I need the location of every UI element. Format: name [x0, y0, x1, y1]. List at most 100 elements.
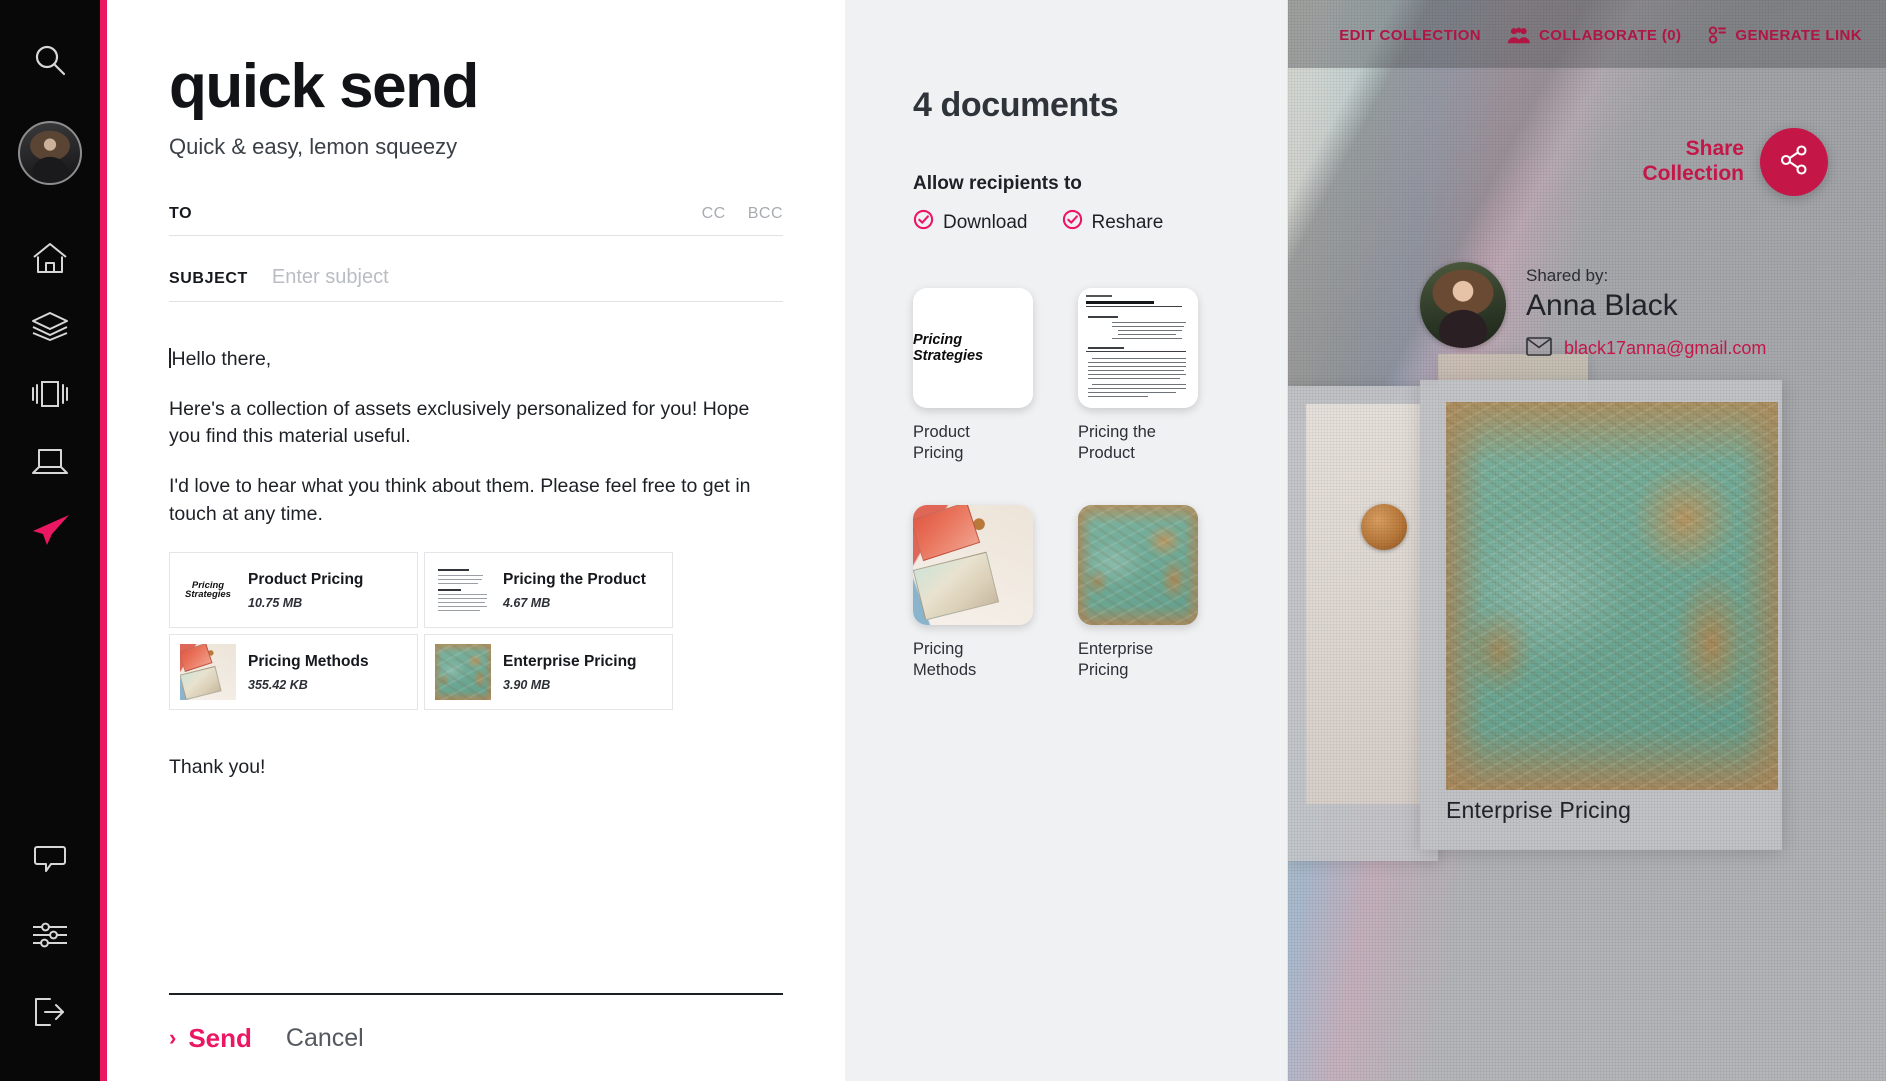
- shared-by-avatar: [1420, 262, 1506, 348]
- attachment-card[interactable]: Enterprise Pricing 3.90 MB: [424, 634, 673, 711]
- documents-grid: Pricing Strategies Product Pricing Prici…: [913, 288, 1288, 681]
- quick-send-panel: quick send Quick & easy, lemon squeezy T…: [107, 0, 845, 1081]
- generate-link-button[interactable]: GENERATE LINK: [1707, 26, 1862, 44]
- sidebar-item-messages[interactable]: [0, 844, 100, 879]
- attachment-name: Product Pricing: [248, 570, 364, 588]
- world-map-money-photo-icon: [435, 644, 491, 701]
- pricing-strategies-cover-icon: Pricing Strategies: [913, 332, 984, 364]
- share-collection[interactable]: Share Collection: [1642, 128, 1828, 196]
- sidebar-item-profile[interactable]: [18, 121, 82, 185]
- permission-download[interactable]: Download: [913, 209, 1028, 236]
- page-title: quick send: [169, 52, 479, 121]
- home-icon: [31, 241, 69, 280]
- cc-button[interactable]: CC: [702, 205, 726, 223]
- shared-by-name: Anna Black: [1526, 289, 1678, 323]
- euro-banknotes-coins-photo-icon: [180, 644, 236, 701]
- cancel-button[interactable]: Cancel: [286, 1024, 364, 1053]
- document-item[interactable]: Pricing Methods: [913, 505, 1033, 680]
- shared-by-email-row[interactable]: black17anna@gmail.com: [1526, 337, 1766, 361]
- permission-reshare[interactable]: Reshare: [1062, 209, 1164, 236]
- send-button-label: Send: [188, 1022, 252, 1053]
- check-circle-icon: [913, 209, 934, 236]
- attachment-thumbnail: [435, 562, 491, 619]
- shared-by-email: black17anna@gmail.com: [1564, 338, 1767, 359]
- to-label: TO: [169, 205, 193, 222]
- sidebar-item-home[interactable]: [0, 241, 100, 280]
- sidebar-item-devices[interactable]: [0, 446, 100, 483]
- collaborate-button[interactable]: COLLABORATE (0): [1507, 27, 1681, 44]
- documents-count: 4 documents: [913, 86, 1119, 124]
- sidebar-item-quick-send[interactable]: [0, 513, 100, 552]
- sidebar-item-search[interactable]: [0, 42, 100, 83]
- body-paragraph-3: I'd love to hear what you think about th…: [169, 475, 751, 525]
- attachment-size: 3.90 MB: [503, 678, 551, 693]
- share-button[interactable]: [1760, 128, 1828, 196]
- presentation-icon: [29, 377, 71, 416]
- body-paragraph-2: Here's a collection of assets exclusivel…: [169, 397, 750, 448]
- document-name: Enterprise Pricing: [1078, 640, 1154, 679]
- share-label-line1: Share: [1685, 137, 1744, 161]
- send-plane-icon: [29, 513, 71, 552]
- layers-icon: [30, 310, 70, 347]
- sidebar-item-logout[interactable]: [0, 996, 100, 1033]
- page-subtitle: Quick & easy, lemon squeezy: [169, 134, 458, 159]
- text-document-page-icon: [1078, 288, 1198, 408]
- search-icon: [32, 42, 68, 83]
- attachment-thumbnail: Pricing Strategies: [180, 562, 236, 619]
- subject-field-row: SUBJECT Enter subject: [169, 262, 783, 302]
- message-body[interactable]: Hello there, Here's a collection of asse…: [169, 346, 783, 528]
- attachment-card[interactable]: Pricing the Product 4.67 MB: [424, 552, 673, 629]
- chevron-right-icon: ›: [169, 1025, 177, 1050]
- chat-bubble-icon: [33, 844, 67, 879]
- attachment-card[interactable]: Pricing Strategies Product Pricing 10.75…: [169, 552, 418, 629]
- edit-collection-button[interactable]: EDIT COLLECTION: [1339, 27, 1481, 44]
- subject-input[interactable]: Enter subject: [272, 266, 389, 289]
- bcc-button[interactable]: BCC: [748, 205, 783, 223]
- link-icon: [1707, 26, 1727, 44]
- attachment-card[interactable]: Pricing Methods 355.42 KB: [169, 634, 418, 711]
- document-item[interactable]: Pricing the Product: [1078, 288, 1198, 463]
- body-text-1: Hello there,: [171, 348, 272, 370]
- send-button[interactable]: › Send: [169, 1023, 252, 1054]
- shared-by-block: Shared by: Anna Black black17anna@gmail.…: [1420, 262, 1886, 361]
- attachment-name: Pricing Methods: [248, 652, 369, 670]
- share-nodes-icon: [1777, 143, 1811, 182]
- attachment-name: Enterprise Pricing: [503, 652, 637, 670]
- attachment-name: Pricing the Product: [503, 570, 646, 588]
- sidebar-item-presentations[interactable]: [0, 377, 100, 416]
- sidebar-item-collections[interactable]: [0, 310, 100, 347]
- document-thumbnail: [1078, 288, 1198, 408]
- world-map-money-photo-icon: [1078, 505, 1198, 626]
- shared-by-text: Shared by: Anna Black black17anna@gmail.…: [1526, 262, 1766, 361]
- share-collection-label: Share Collection: [1642, 137, 1744, 187]
- document-item[interactable]: Enterprise Pricing: [1078, 505, 1198, 680]
- rail-accent-bar: [100, 0, 107, 1081]
- to-field-row: TO CC BCC: [169, 196, 783, 236]
- laptop-icon: [29, 446, 71, 483]
- attachment-size: 355.42 KB: [248, 678, 308, 693]
- document-item[interactable]: Pricing Strategies Product Pricing: [913, 288, 1033, 463]
- attachment-size: 4.67 MB: [503, 596, 551, 611]
- permission-reshare-label: Reshare: [1091, 211, 1164, 233]
- subject-label: SUBJECT: [169, 270, 248, 287]
- document-thumbnail: [913, 505, 1033, 626]
- permissions-row: Download Reshare: [913, 209, 1288, 236]
- collaborate-label: COLLABORATE (0): [1539, 26, 1682, 44]
- pricing-strategies-cover-icon: Pricing Strategies: [180, 562, 236, 619]
- document-thumbnail: [1078, 505, 1198, 626]
- documents-panel: 4 documents Allow recipients to Download…: [845, 0, 1288, 1081]
- sidebar-item-settings[interactable]: [0, 921, 100, 954]
- text-document-page-icon: [435, 562, 491, 619]
- quick-send-footer: › Send Cancel: [169, 993, 783, 1081]
- body-paragraph-1: Hello there,: [169, 346, 783, 374]
- edit-collection-label: EDIT COLLECTION: [1339, 26, 1482, 44]
- generate-link-label: GENERATE LINK: [1735, 26, 1862, 44]
- closing-text: Thank you!: [169, 756, 266, 779]
- share-label-line2: Collection: [1642, 162, 1744, 185]
- collection-toolbar: EDIT COLLECTION COLLABORATE (0) GENERATE…: [1288, 26, 1862, 44]
- document-name: Product Pricing: [913, 423, 970, 462]
- attachment-grid: Pricing Strategies Product Pricing 10.75…: [169, 552, 783, 711]
- logout-icon: [32, 996, 68, 1033]
- permission-download-label: Download: [943, 211, 1028, 233]
- document-name: Pricing the Product: [1078, 423, 1156, 462]
